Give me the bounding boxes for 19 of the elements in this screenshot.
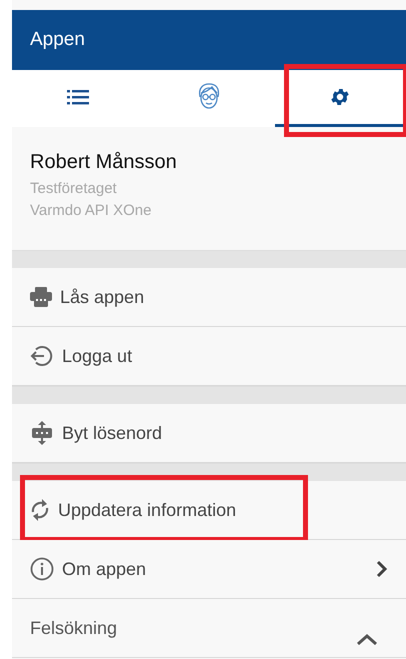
settings-icon — [329, 86, 352, 108]
refresh-icon — [30, 498, 50, 522]
item-label: Uppdatera information — [58, 500, 238, 520]
list-icon — [66, 89, 89, 105]
info-icon — [30, 557, 54, 581]
printer-icon — [30, 287, 52, 307]
swap-icon — [30, 421, 54, 445]
system-name: Varmdo API XOne — [30, 201, 152, 221]
item-label: Logga ut — [62, 346, 134, 366]
menu-item[interactable]: Om appen — [12, 540, 406, 599]
chevron-up-icon[interactable] — [356, 633, 378, 645]
item-label: Felsökning — [30, 618, 118, 638]
company-name: Testföretaget — [30, 179, 118, 199]
item-label: Byt lösenord — [62, 422, 164, 444]
user-name: Robert Månsson — [30, 151, 178, 174]
logout-icon — [30, 344, 54, 368]
item-label: Lås appen — [60, 286, 146, 308]
app-title: Appen — [30, 29, 85, 51]
item-label: Om appen — [62, 558, 148, 580]
